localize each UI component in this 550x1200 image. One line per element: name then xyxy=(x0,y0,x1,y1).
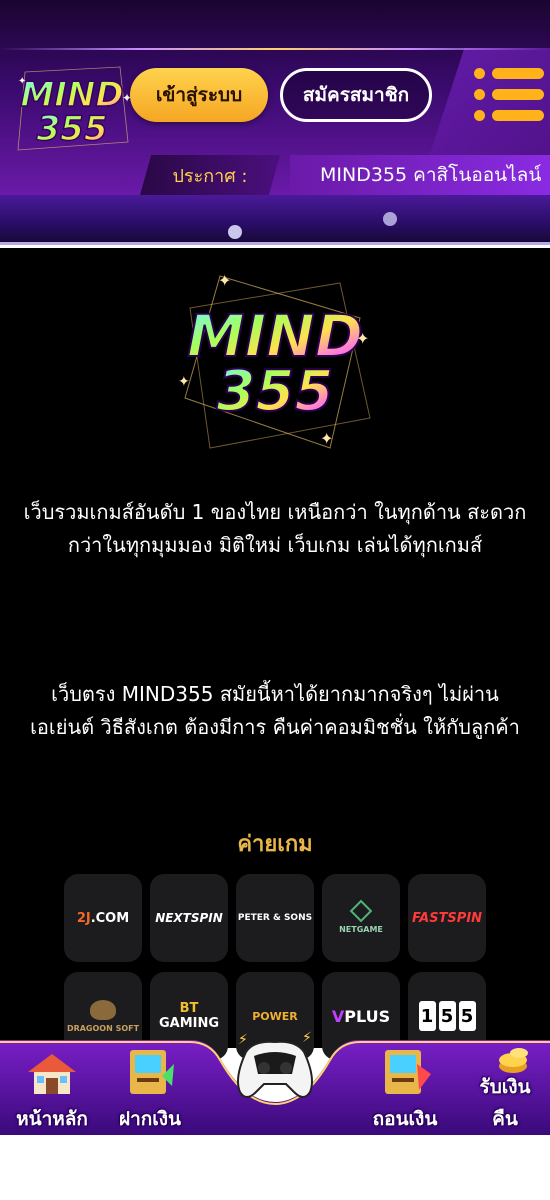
provider-logo-2j: 2J.COM xyxy=(76,910,130,926)
dragon-emblem-icon xyxy=(90,999,116,1020)
provider-logo-peter-sons: PETER & SONS xyxy=(237,913,313,923)
provider-logo-power: POWER xyxy=(252,1009,298,1023)
login-button[interactable]: เข้าสู่ระบบ xyxy=(130,68,268,122)
site-logo[interactable]: MIND 355 ✦ ✦ xyxy=(10,62,135,157)
provider-digit: 5 xyxy=(438,1001,456,1031)
atm-withdraw-icon xyxy=(385,1050,431,1094)
promo-banner[interactable] xyxy=(0,195,550,245)
provider-logo-fastspin: FASTSPIN xyxy=(411,910,483,926)
gamepad-icon[interactable]: ⚡ ⚡ xyxy=(232,1030,318,1106)
bottom-spacer xyxy=(0,1135,550,1200)
house-icon xyxy=(28,1054,76,1094)
nav-home[interactable]: หน้าหลัก xyxy=(2,1040,102,1135)
announcement-label: ประกาศ : xyxy=(140,155,280,195)
main-content: MIND 355 ✦ ✦ ✦ ✦ เว็บรวมเกมส์อันดับ 1 ขอ… xyxy=(0,248,550,1060)
provider-digit: 1 xyxy=(418,1001,436,1031)
header-glow-line xyxy=(0,48,550,50)
nav-deposit[interactable]: ฝากเงิน xyxy=(100,1040,200,1135)
provider-logo-dragoon-soft: DRAGOON SOFT xyxy=(66,1023,140,1033)
hamburger-menu-icon[interactable] xyxy=(474,66,544,124)
nav-cashback[interactable]: รับเงิน คืน xyxy=(455,1040,550,1135)
nav-cashback-label-line2: คืน xyxy=(492,1108,518,1130)
provider-logo-netgame: NETGAME xyxy=(339,924,383,934)
provider-logo-bt-gaming: BT GAMING xyxy=(158,1001,220,1031)
svg-text:⚡: ⚡ xyxy=(302,1030,312,1046)
nav-withdraw-label: ถอนเงิน xyxy=(372,1108,438,1130)
main-logo-text-bottom: 355 xyxy=(217,359,334,424)
provider-tile-netgame[interactable]: NETGAME xyxy=(322,874,400,962)
provider-logo-vplus: VPLUS xyxy=(331,1006,391,1026)
provider-tile-2j[interactable]: 2J.COM xyxy=(64,874,142,962)
provider-tile-fastspin[interactable]: FASTSPIN xyxy=(408,874,486,962)
nav-home-label: หน้าหลัก xyxy=(16,1108,88,1130)
logo-text-bottom: 355 xyxy=(37,109,108,149)
provider-logo-nextspin: NEXTSPIN xyxy=(155,911,223,925)
nav-cashback-label-line1: รับเงิน xyxy=(479,1076,531,1098)
netgame-emblem-icon xyxy=(349,899,373,922)
banner-indicator-dot[interactable] xyxy=(383,212,397,226)
provider-tile-peter-sons[interactable]: PETER & SONS xyxy=(236,874,314,962)
svg-text:✦: ✦ xyxy=(18,76,26,87)
provider-digit: 5 xyxy=(458,1001,476,1031)
svg-text:✦: ✦ xyxy=(356,329,369,348)
description-paragraph: เว็บตรง MIND355 สมัยนี้หาได้ยากมากจริงๆ … xyxy=(30,682,520,739)
intro-paragraph: เว็บรวมเกมส์อันดับ 1 ของไทย เหนือกว่า ใน… xyxy=(23,500,527,557)
svg-text:⚡: ⚡ xyxy=(238,1032,248,1048)
svg-text:✦: ✦ xyxy=(218,271,231,290)
nav-deposit-label: ฝากเงิน xyxy=(118,1108,182,1130)
banner-indicator-dot[interactable] xyxy=(228,225,242,239)
nav-withdraw[interactable]: ถอนเงิน xyxy=(355,1040,455,1135)
svg-text:✦: ✦ xyxy=(320,429,333,448)
providers-heading: ค่ายเกม xyxy=(237,832,313,857)
atm-deposit-icon xyxy=(130,1050,174,1094)
top-header: MIND 355 ✦ ✦ เข้าสู่ระบบ สมัครสมาชิก ประ… xyxy=(0,0,550,195)
announcement-marquee: MIND355 คาสิโนออนไลน์ xyxy=(290,155,550,195)
register-button[interactable]: สมัครสมาชิก xyxy=(280,68,432,122)
main-logo: MIND 355 ✦ ✦ ✦ ✦ xyxy=(178,271,371,449)
svg-text:✦: ✦ xyxy=(178,374,190,390)
provider-tile-nextspin[interactable]: NEXTSPIN xyxy=(150,874,228,962)
